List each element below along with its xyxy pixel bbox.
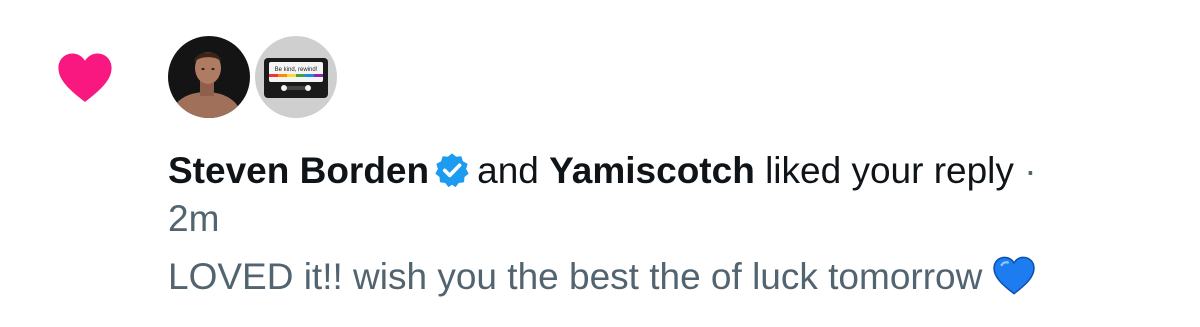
like-notification[interactable]: Be kind, rewind! Steven Borden and Yamis… [0, 0, 1200, 327]
connector-text: and [477, 150, 539, 191]
heart-icon [58, 53, 112, 102]
user-name-steven-borden[interactable]: Steven Borden [168, 150, 429, 191]
reply-preview[interactable]: LOVED it!! wish you the best the of luck… [168, 255, 1036, 299]
blue-heart-icon [993, 256, 1036, 295]
cassette-label: Be kind, rewind! [275, 67, 318, 73]
verified-badge-icon [435, 153, 469, 188]
notification-summary: Steven Borden and Yamiscotch liked your … [168, 149, 1037, 193]
timestamp[interactable]: 2m [168, 197, 219, 241]
separator-dot: · [1024, 150, 1037, 191]
action-text: liked your reply [765, 150, 1014, 191]
reply-text: LOVED it!! wish you the best the of luck… [168, 256, 983, 297]
avatar-yamiscotch[interactable]: Be kind, rewind! [255, 36, 337, 118]
user-name-yamiscotch[interactable]: Yamiscotch [549, 150, 755, 191]
avatar-steven-borden[interactable] [168, 36, 250, 118]
